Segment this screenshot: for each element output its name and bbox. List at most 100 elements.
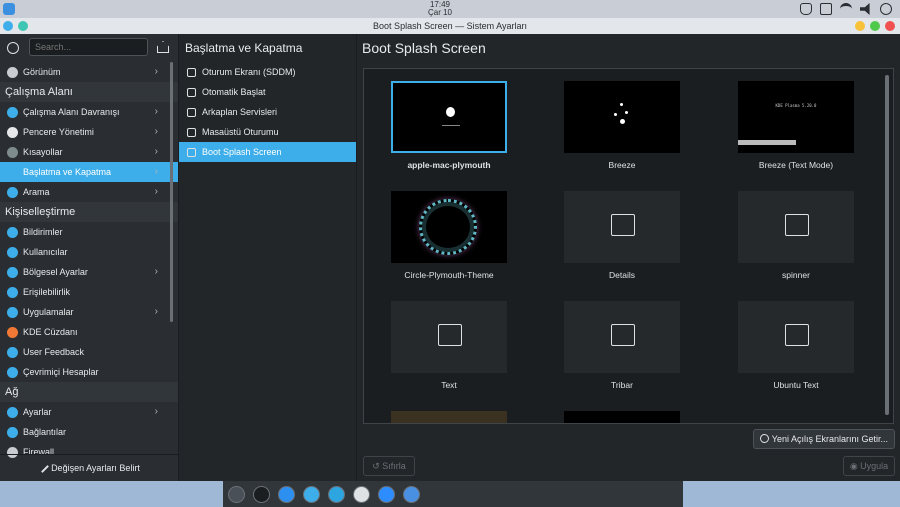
sidebar-item-kde-cuzdani[interactable]: KDE Cüzdanı: [0, 322, 178, 342]
apple-logo-icon: [446, 107, 455, 117]
sidebar-item-label: Uygulamalar: [23, 307, 74, 317]
search-input[interactable]: [29, 38, 148, 56]
theme-tile-details[interactable]: Details: [564, 191, 680, 280]
apps-icon: [7, 306, 18, 318]
theme-tile-text[interactable]: Text: [391, 301, 507, 390]
maximize-button[interactable]: [870, 21, 880, 31]
apply-button[interactable]: ◉ Uygula: [843, 456, 895, 476]
subcategory-item-masaustu-oturumu[interactable]: Masaüstü Oturumu: [179, 122, 356, 142]
sidebar-item-label: Bildirimler: [23, 227, 63, 237]
startup-icon: [7, 166, 18, 178]
module-icon: [187, 147, 196, 157]
image-placeholder-icon: [785, 324, 809, 346]
settings-icon: [7, 406, 18, 418]
sidebar-item-ayarlar[interactable]: Ayarlar ›: [0, 402, 178, 422]
theme-label: Text: [441, 380, 457, 390]
theme-label: Breeze: [608, 160, 636, 170]
subcategory-item-otomatik-baslat[interactable]: Otomatik Başlat: [179, 82, 356, 102]
sidebar-item-gorunum[interactable]: Görünüm ›: [0, 62, 178, 82]
hamburger-menu-icon[interactable]: [7, 42, 19, 54]
subcategory-item-boot-splash-screen[interactable]: Boot Splash Screen: [179, 142, 356, 162]
close-button[interactable]: [885, 21, 895, 31]
volume-icon[interactable]: [860, 3, 870, 15]
theme-tile-breeze-text-mode[interactable]: KDE Plasma 5.20.0 Breeze (Text Mode): [738, 81, 854, 170]
chrome-icon[interactable]: [403, 485, 420, 503]
sidebar-item-label: User Feedback: [23, 347, 85, 357]
text-mode-progress-bar: [738, 140, 796, 145]
theme-preview: [391, 301, 507, 373]
minimize-button[interactable]: [855, 21, 865, 31]
chevron-right-icon: ›: [154, 146, 158, 157]
module-icon: [187, 107, 196, 117]
sidebar-item-baslatma-ve-kapatma[interactable]: Başlatma ve Kapatma ›: [0, 162, 178, 182]
theme-preview: [738, 301, 854, 373]
theme-tile-ubuntu-text[interactable]: Ubuntu Text: [738, 301, 854, 390]
notification-bell-icon[interactable]: [800, 3, 812, 15]
chevron-right-icon: ›: [154, 126, 158, 137]
clock[interactable]: 17:49 Çar 10: [420, 0, 460, 17]
circle-swirl-icon: [419, 199, 477, 255]
theme-label: spinner: [782, 270, 810, 280]
sidebar-item-bolgesel-ayarlar[interactable]: Bölgesel Ayarlar ›: [0, 262, 178, 282]
theme-grid-scrollbar[interactable]: [885, 75, 889, 415]
get-new-splash-screens-button[interactable]: Yeni Açılış Ekranlarını Getir...: [752, 429, 895, 449]
sidebar-item-calisma-alani-davranisi[interactable]: Çalışma Alanı Davranışı ›: [0, 102, 178, 122]
theme-tile-partial[interactable]: [564, 411, 680, 423]
dock: [223, 481, 683, 507]
app-launcher-icon[interactable]: [3, 3, 15, 15]
sidebar-item-arama[interactable]: Arama ›: [0, 182, 178, 202]
theme-tile-apple-mac-plymouth[interactable]: apple-mac-plymouth: [391, 81, 507, 170]
sidebar-item-pencere-yonetimi[interactable]: Pencere Yönetimi ›: [0, 122, 178, 142]
highlight-changed-settings-button[interactable]: Değişen Ayarları Belirt: [0, 454, 178, 481]
appearance-icon: [7, 66, 18, 78]
chevron-right-icon: ›: [154, 106, 158, 117]
chevron-right-icon: ›: [154, 406, 158, 417]
sidebar-item-bildirimler[interactable]: Bildirimler: [0, 222, 178, 242]
window-titlebar[interactable]: Boot Splash Screen — Sistem Ayarları: [0, 18, 900, 34]
sidebar-item-uygulamalar[interactable]: Uygulamalar ›: [0, 302, 178, 322]
telegram-icon[interactable]: [328, 485, 345, 503]
progress-bar: [442, 125, 460, 126]
browser-icon[interactable]: [303, 485, 320, 503]
globe-icon: [7, 266, 18, 278]
clipboard-icon[interactable]: [820, 3, 832, 15]
connections-icon: [7, 426, 18, 438]
theme-preview: [564, 191, 680, 263]
chevron-right-icon: ›: [154, 266, 158, 277]
theme-tile-partial[interactable]: [391, 411, 507, 423]
subcategory-item-oturum-ekrani-sddm[interactable]: Oturum Ekranı (SDDM): [179, 62, 356, 82]
sidebar-item-label: Pencere Yönetimi: [23, 127, 94, 137]
theme-tile-breeze[interactable]: Breeze: [564, 81, 680, 170]
obs-icon[interactable]: [353, 485, 370, 503]
theme-tile-spinner[interactable]: spinner: [738, 191, 854, 280]
app-store-icon[interactable]: [278, 485, 295, 503]
image-placeholder-icon: [611, 214, 635, 236]
chevron-right-icon: ›: [154, 166, 158, 177]
sidebar-item-label: Çevrimiçi Hesaplar: [23, 367, 99, 377]
terminal-icon[interactable]: [253, 485, 270, 503]
sidebar-item-baglantilar[interactable]: Bağlantılar: [0, 422, 178, 442]
system-tray: [800, 3, 892, 15]
subcategory-item-label: Otomatik Başlat: [202, 87, 266, 97]
settings-sidebar: Görünüm›Çalışma AlanıÇalışma Alanı Davra…: [0, 34, 178, 481]
sidebar-item-user-feedback[interactable]: User Feedback: [0, 342, 178, 362]
theme-label: apple-mac-plymouth: [407, 160, 491, 170]
sidebar-item-kisayollar[interactable]: Kısayollar ›: [0, 142, 178, 162]
sidebar-item-kullanicilar[interactable]: Kullanıcılar: [0, 242, 178, 262]
theme-tile-circle-plymouth-theme[interactable]: Circle-Plymouth-Theme: [391, 191, 507, 280]
sidebar-scrollbar[interactable]: [170, 62, 173, 322]
wifi-icon[interactable]: [840, 3, 852, 15]
chevron-right-icon: ›: [154, 186, 158, 197]
system-settings-icon[interactable]: [228, 485, 245, 503]
theme-grid: apple-mac-plymouth Breeze KDE Plasma 5.20.…: [363, 68, 894, 424]
sidebar-item-cevrimici-hesaplar[interactable]: Çevrimiçi Hesaplar: [0, 362, 178, 382]
subcategory-item-arkaplan-servisleri[interactable]: Arkaplan Servisleri: [179, 102, 356, 122]
reset-button[interactable]: ↺ Sıfırla: [363, 456, 415, 476]
image-placeholder-icon: [785, 214, 809, 236]
theme-tile-tribar[interactable]: Tribar: [564, 301, 680, 390]
zoom-icon[interactable]: [378, 485, 395, 503]
sidebar-item-erisilebilirlik[interactable]: Erişilebilirlik: [0, 282, 178, 302]
home-icon[interactable]: [157, 41, 169, 53]
sidebar-section-kisisellestirme: Kişiselleştirme: [0, 202, 178, 222]
power-icon[interactable]: [880, 3, 892, 15]
